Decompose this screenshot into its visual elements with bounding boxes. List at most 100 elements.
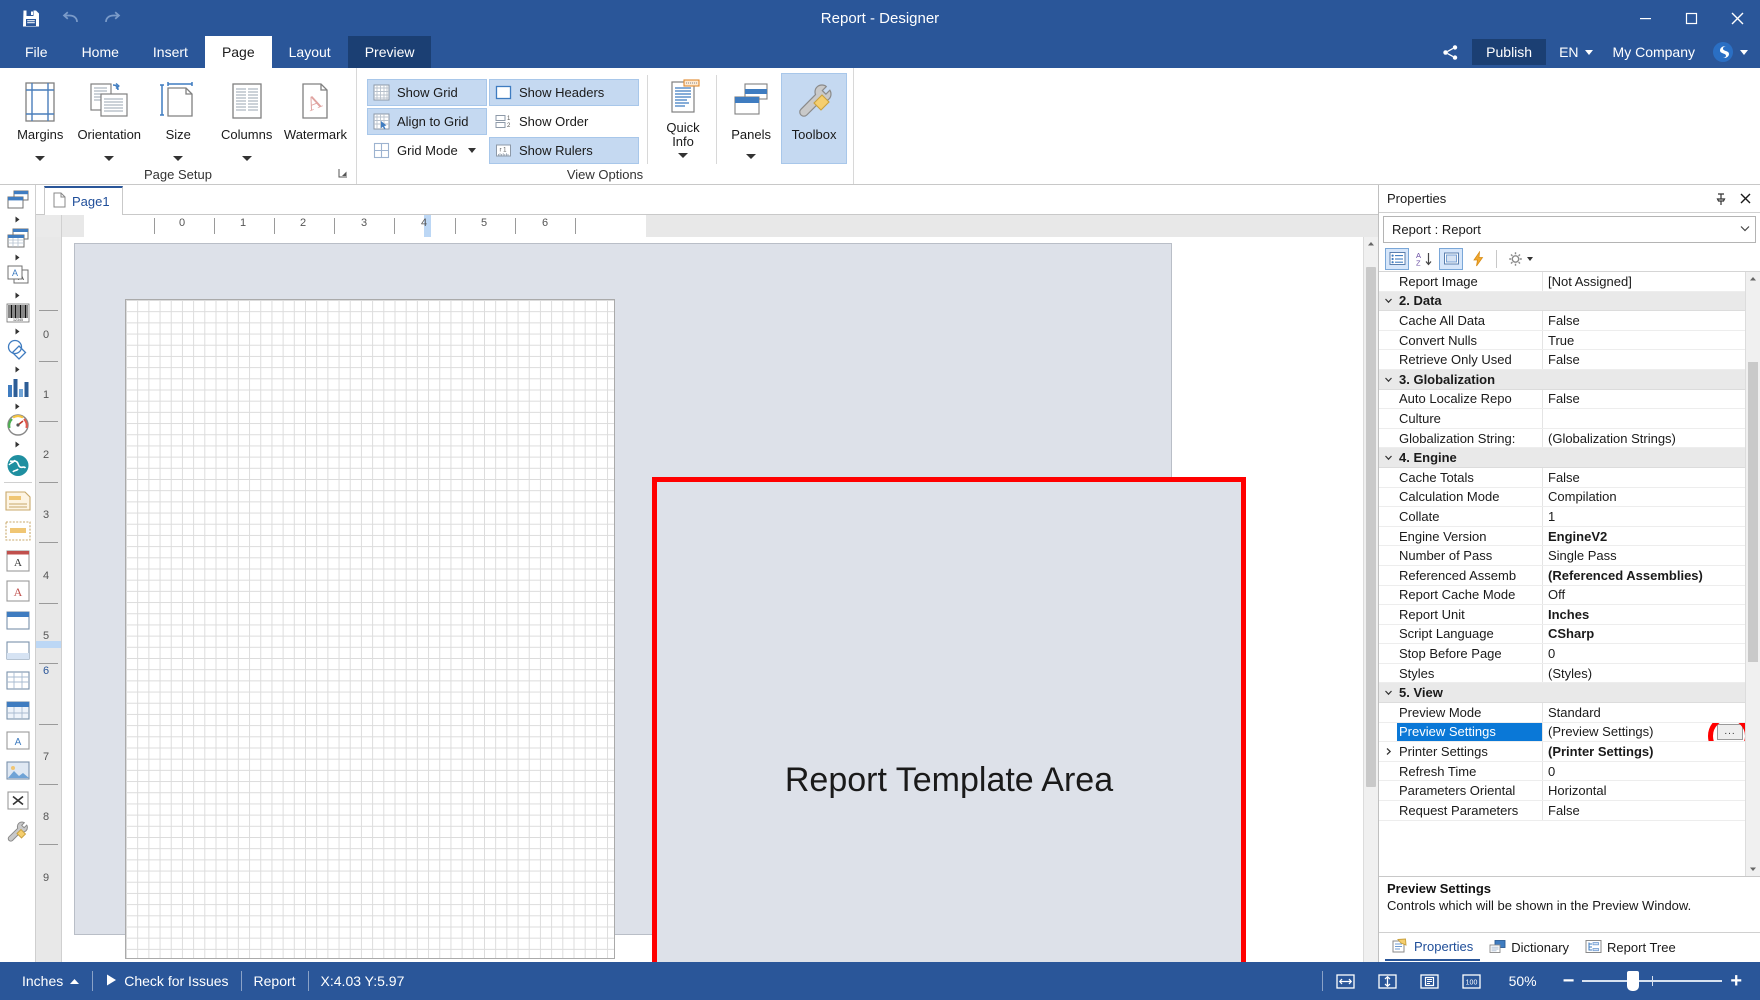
property-category-row[interactable]: 2. Data [1379, 292, 1745, 312]
margins-button[interactable]: Margins [6, 73, 74, 162]
property-value[interactable]: Standard [1543, 703, 1745, 722]
orientation-button[interactable]: Orientation [74, 73, 144, 162]
picture-icon[interactable] [1, 756, 35, 786]
share-icon[interactable] [1435, 39, 1466, 65]
canvas-vertical-scrollbar[interactable] [1363, 237, 1378, 962]
property-value[interactable]: (Printer Settings) [1543, 742, 1745, 761]
toolbox-button[interactable]: Toolbox [781, 73, 847, 164]
report-title-icon[interactable] [1, 516, 35, 546]
property-value[interactable]: 0 [1543, 762, 1745, 781]
property-row[interactable]: Culture [1379, 409, 1745, 429]
tab-dictionary[interactable]: Dictionary [1482, 935, 1576, 961]
show-rulers-toggle[interactable]: r 1 Show Rulers [489, 137, 639, 164]
chart-tool-expand-icon[interactable] [13, 399, 22, 413]
property-value[interactable]: 0 [1543, 644, 1745, 663]
minimize-button[interactable] [1622, 0, 1668, 36]
account-avatar[interactable] [1708, 39, 1752, 65]
property-row[interactable]: Stop Before Page0 [1379, 644, 1745, 664]
property-row[interactable]: Engine VersionEngineV2 [1379, 527, 1745, 547]
property-row[interactable]: Report UnitInches [1379, 605, 1745, 625]
alphabetical-sort-button[interactable]: A Z [1412, 248, 1436, 270]
tab-file[interactable]: File [8, 36, 65, 68]
property-value[interactable]: (Styles) [1543, 664, 1745, 683]
show-grid-toggle[interactable]: Show Grid [367, 79, 487, 106]
tab-layout[interactable]: Layout [272, 36, 348, 68]
barcode-tool-expand-icon[interactable] [13, 324, 22, 338]
quick-info-button[interactable]: QuickInfo [654, 73, 712, 159]
design-canvas[interactable]: Report Template Area [62, 237, 1363, 962]
property-value[interactable]: (Preview Settings)... [1543, 723, 1745, 742]
property-value[interactable]: Single Pass [1543, 546, 1745, 565]
chevron-down-icon[interactable] [173, 156, 183, 161]
container-icon[interactable] [1, 636, 35, 666]
property-value[interactable]: Off [1543, 586, 1745, 605]
company-account[interactable]: My Company [1606, 39, 1702, 65]
pin-icon[interactable] [1711, 189, 1731, 209]
chevron-down-icon[interactable] [1379, 683, 1397, 702]
redo-icon[interactable] [100, 7, 122, 29]
tab-preview[interactable]: Preview [348, 36, 432, 68]
property-row[interactable]: Report Cache ModeOff [1379, 586, 1745, 606]
categorized-button[interactable] [1385, 248, 1409, 270]
property-value[interactable]: Horizontal [1543, 781, 1745, 800]
tab-home[interactable]: Home [65, 36, 136, 68]
tab-page[interactable]: Page [205, 36, 272, 68]
design-grid-sheet[interactable] [125, 299, 615, 959]
property-value[interactable]: CSharp [1543, 625, 1745, 644]
settings-tool-icon[interactable] [1, 816, 35, 846]
property-category-row[interactable]: 4. Engine [1379, 448, 1745, 468]
zoom-in-button[interactable]: + [1730, 971, 1742, 991]
property-row[interactable]: Convert NullsTrue [1379, 331, 1745, 351]
fit-width-icon[interactable] [1331, 968, 1361, 994]
barcode-tool-icon[interactable]: 12345 [1, 302, 35, 324]
tab-report-tree[interactable]: Report Tree [1578, 935, 1683, 961]
scroll-up-icon[interactable] [1746, 272, 1760, 286]
grid-mode-dropdown[interactable]: Grid Mode [367, 137, 487, 164]
scroll-down-icon[interactable] [1746, 862, 1760, 876]
object-selector-combobox[interactable]: Report : Report [1383, 216, 1756, 243]
zoom-slider[interactable]: − + [1555, 971, 1750, 991]
scrollbar-thumb[interactable] [1748, 362, 1758, 662]
property-value[interactable]: (Globalization Strings) [1543, 429, 1745, 448]
table-tool-expand-icon[interactable] [13, 250, 22, 264]
size-button[interactable]: Size [144, 73, 212, 162]
cross-tool-icon[interactable] [1, 786, 35, 816]
text-tool-expand-icon[interactable] [13, 288, 22, 302]
sub-report-icon[interactable]: A [1, 726, 35, 756]
single-page-icon[interactable] [1415, 968, 1445, 994]
property-value[interactable]: False [1543, 350, 1745, 369]
property-row[interactable]: Printer Settings(Printer Settings) [1379, 742, 1745, 762]
chevron-right-icon[interactable] [1379, 742, 1397, 761]
watermark-button[interactable]: A Watermark [281, 73, 350, 143]
panel-icon[interactable] [1, 606, 35, 636]
shape-tool-expand-icon[interactable] [13, 362, 22, 376]
page-setup-dialog-launcher[interactable] [336, 167, 350, 181]
chevron-down-icon[interactable] [1379, 370, 1397, 389]
property-value[interactable]: (Referenced Assemblies) [1543, 566, 1745, 585]
panels-button[interactable]: Panels [721, 73, 781, 160]
table-icon[interactable] [1, 666, 35, 696]
property-row[interactable]: Calculation ModeCompilation [1379, 488, 1745, 508]
text-box-icon[interactable]: A [1, 546, 35, 576]
page-tab-page1[interactable]: Page1 [44, 186, 123, 215]
property-row[interactable]: Cache TotalsFalse [1379, 468, 1745, 488]
property-row[interactable]: Script LanguageCSharp [1379, 625, 1745, 645]
horizontal-ruler[interactable]: 0 1 2 3 4 5 6 [62, 215, 1378, 237]
property-value[interactable]: False [1543, 468, 1745, 487]
undo-icon[interactable] [60, 7, 82, 29]
properties-grid-scrollbar[interactable] [1745, 272, 1760, 876]
text-tool-icon[interactable]: A A [1, 264, 35, 288]
show-headers-toggle[interactable]: Show Headers [489, 79, 639, 106]
property-row[interactable]: Report Image[Not Assigned] [1379, 272, 1745, 292]
chevron-down-icon[interactable] [678, 153, 688, 158]
property-row[interactable]: Preview ModeStandard [1379, 703, 1745, 723]
property-value[interactable]: False [1543, 311, 1745, 330]
properties-grid[interactable]: Report Image[Not Assigned]2. DataCache A… [1379, 272, 1745, 876]
actual-size-icon[interactable]: 100 [1457, 968, 1487, 994]
property-row[interactable]: Collate1 [1379, 507, 1745, 527]
align-to-grid-toggle[interactable]: Align to Grid [367, 108, 487, 135]
panels-tool-icon[interactable] [1, 188, 35, 212]
property-row[interactable]: Request ParametersFalse [1379, 801, 1745, 821]
publish-button[interactable]: Publish [1472, 39, 1546, 65]
chevron-down-icon[interactable] [242, 156, 252, 161]
